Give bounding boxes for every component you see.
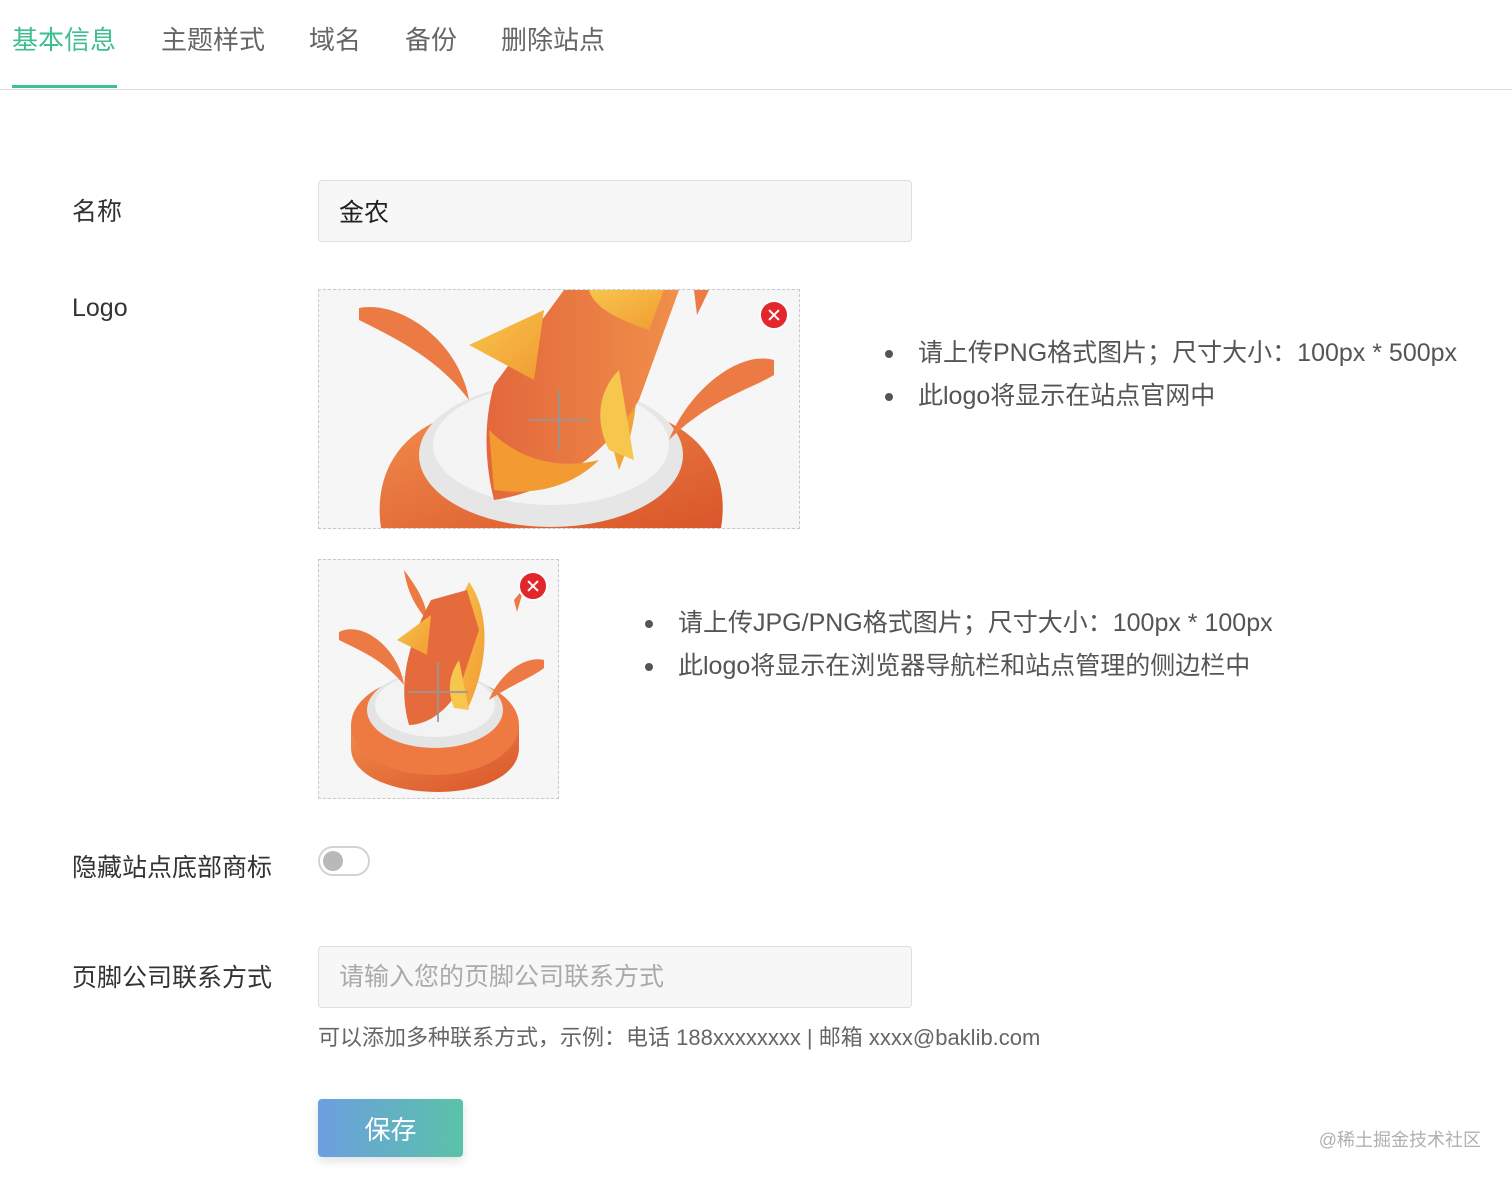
remove-logo-large-icon[interactable] bbox=[759, 300, 789, 330]
tab-bar: 基本信息 主题样式 域名 备份 删除站点 bbox=[0, 0, 1512, 90]
remove-logo-small-icon[interactable] bbox=[518, 571, 548, 601]
logo-label: Logo bbox=[72, 294, 128, 322]
plus-icon bbox=[529, 390, 589, 450]
list-item: 请上传JPG/PNG格式图片；尺寸大小：100px * 100px bbox=[645, 602, 1273, 645]
footer-contact-label: 页脚公司联系方式 bbox=[72, 964, 273, 992]
footer-contact-help: 可以添加多种联系方式，示例：电话 188xxxxxxxx | 邮箱 xxxx@b… bbox=[318, 1025, 1041, 1050]
save-button[interactable]: 保存 bbox=[318, 1099, 463, 1157]
logo-large-upload[interactable] bbox=[318, 289, 800, 529]
active-tab-indicator bbox=[12, 85, 117, 88]
logo-large-hints: 请上传PNG格式图片；尺寸大小：100px * 500px 此logo将显示在站… bbox=[885, 332, 1457, 418]
toggle-knob bbox=[323, 851, 343, 871]
footer-contact-input[interactable] bbox=[318, 946, 912, 1008]
logo-small-hints: 请上传JPG/PNG格式图片；尺寸大小：100px * 100px 此logo将… bbox=[645, 602, 1273, 688]
plus-icon bbox=[408, 662, 468, 722]
hide-footer-brand-toggle[interactable] bbox=[318, 846, 370, 876]
name-input[interactable] bbox=[318, 180, 912, 242]
tab-basic-info[interactable]: 基本信息 bbox=[12, 20, 116, 57]
list-item: 此logo将显示在站点官网中 bbox=[885, 375, 1457, 418]
list-item: 此logo将显示在浏览器导航栏和站点管理的侧边栏中 bbox=[645, 645, 1273, 688]
watermark: @稀土掘金技术社区 bbox=[1318, 1130, 1481, 1150]
name-label: 名称 bbox=[72, 198, 123, 226]
hide-footer-brand-label: 隐藏站点底部商标 bbox=[72, 854, 273, 882]
tab-backup[interactable]: 备份 bbox=[405, 20, 457, 57]
logo-small-upload[interactable] bbox=[318, 559, 559, 799]
tab-theme-style[interactable]: 主题样式 bbox=[161, 20, 265, 57]
tab-delete-site[interactable]: 删除站点 bbox=[501, 20, 605, 57]
list-item: 请上传PNG格式图片；尺寸大小：100px * 500px bbox=[885, 332, 1457, 375]
tab-domain[interactable]: 域名 bbox=[309, 20, 361, 57]
